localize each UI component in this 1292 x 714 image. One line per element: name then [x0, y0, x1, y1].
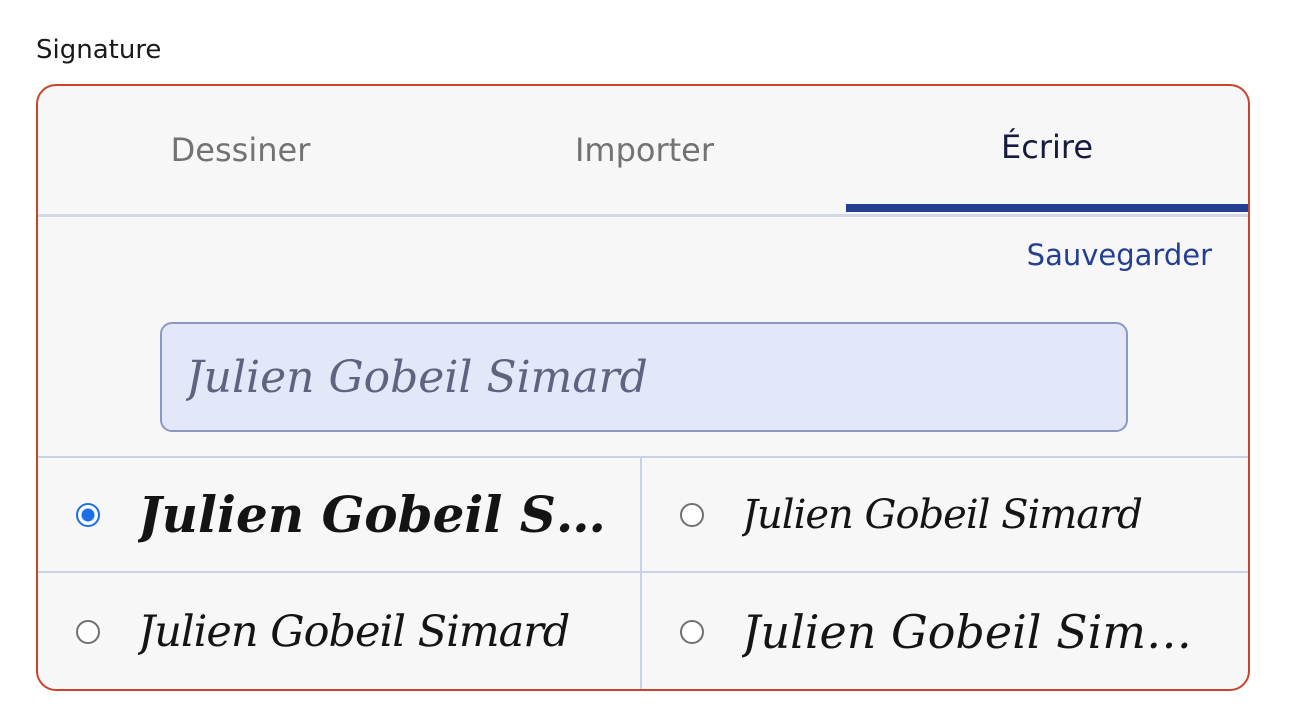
signature-name-input[interactable] — [160, 322, 1128, 432]
signature-style-options: Julien Gobeil Simard Julien Gobeil Simar… — [38, 456, 1248, 689]
signature-option-4[interactable]: Julien Gobeil Simard — [642, 573, 1248, 689]
radio-unselected-icon[interactable] — [680, 620, 704, 644]
radio-unselected-icon[interactable] — [680, 502, 704, 527]
signature-panel: Dessiner Importer Écrire Sauvegarder Jul… — [36, 84, 1250, 691]
signature-option-1[interactable]: Julien Gobeil Simard — [38, 458, 642, 573]
tab-import[interactable]: Importer — [443, 86, 846, 214]
radio-unselected-icon[interactable] — [76, 620, 100, 644]
signature-preview: Julien Gobeil Simard — [742, 491, 1142, 538]
signature-option-2[interactable]: Julien Gobeil Simard — [642, 458, 1248, 573]
save-button[interactable]: Sauvegarder — [1027, 238, 1212, 272]
tab-draw[interactable]: Dessiner — [38, 86, 443, 214]
signature-preview: Julien Gobeil Simard — [138, 607, 570, 657]
signature-tabs: Dessiner Importer Écrire — [38, 86, 1248, 217]
active-tab-indicator — [846, 204, 1248, 212]
signature-option-3[interactable]: Julien Gobeil Simard — [38, 573, 642, 689]
signature-label: Signature — [36, 35, 162, 65]
signature-preview: Julien Gobeil Simard — [742, 605, 1212, 659]
signature-preview: Julien Gobeil Simard — [138, 485, 608, 544]
radio-selected-icon[interactable] — [76, 502, 100, 527]
tab-write[interactable]: Écrire — [846, 86, 1248, 214]
